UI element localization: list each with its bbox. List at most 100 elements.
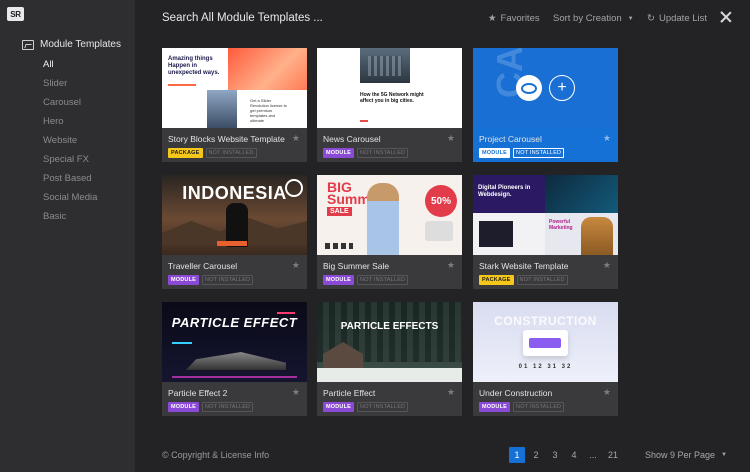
- per-page-dropdown[interactable]: Show 9 Per Page ▼: [645, 450, 727, 460]
- caret-down-icon: ▼: [721, 452, 727, 458]
- card-title: Story Blocks Website Template: [168, 134, 285, 144]
- favorite-star-icon[interactable]: ★: [292, 133, 300, 144]
- thumb-gradient: [228, 48, 307, 90]
- template-thumbnail: Amazing things Happen in unexpected ways…: [162, 48, 307, 128]
- template-card-particle-effect[interactable]: PARTICLE EFFECTS Particle Effect ★ MODUL…: [317, 302, 462, 416]
- thumb-nav-dots: [325, 243, 353, 249]
- thumb-body-text: Get a Slider Revolution license to get p…: [250, 98, 287, 123]
- template-card-project-carousel[interactable]: CAROUSEL + Project Carousel ★ MODULE NOT…: [473, 48, 618, 162]
- template-card-story-blocks[interactable]: Amazing things Happen in unexpected ways…: [162, 48, 307, 162]
- thumb-headline: How the 5G Network might affect you in b…: [360, 92, 424, 104]
- thumb-city-image: [360, 48, 410, 83]
- thumb-product-image: [425, 221, 453, 241]
- status-badge: NOT INSTALLED: [357, 148, 409, 158]
- thumb-headline: CONSTRUCTION: [494, 314, 597, 328]
- template-card-big-summer-sale[interactable]: BIG Summer SALE 50% Big Summer Sale ★ MOD…: [317, 175, 462, 289]
- sidebar: SR Module Templates All Slider Carousel …: [0, 0, 135, 472]
- thumb-headline: PARTICLE EFFECT: [171, 315, 298, 330]
- favorite-star-icon[interactable]: ★: [447, 260, 455, 271]
- sidebar-title[interactable]: Module Templates: [22, 39, 121, 50]
- thumb-headline: Amazing things Happen in unexpected ways…: [168, 56, 220, 76]
- template-card-traveller-carousel[interactable]: INDONESIA Traveller Carousel ★ MODULE NO…: [162, 175, 307, 289]
- favorites-label: Favorites: [500, 13, 540, 24]
- copyright-link[interactable]: © Copyright & License Info: [162, 450, 269, 460]
- type-badge: MODULE: [168, 402, 200, 412]
- sidebar-item-carousel[interactable]: Carousel: [43, 96, 97, 115]
- template-thumbnail: PARTICLE EFFECT: [162, 302, 307, 382]
- page-button-3[interactable]: 3: [547, 447, 563, 463]
- template-card-news-carousel[interactable]: How the 5G Network might affect you in b…: [317, 48, 462, 162]
- thumb-sale-label: SALE: [327, 207, 352, 216]
- sidebar-item-basic[interactable]: Basic: [43, 210, 97, 229]
- thumb-subheadline: Powerful Marketing: [549, 219, 573, 231]
- thumb-panel: [473, 213, 545, 255]
- type-badge: PACKAGE: [479, 275, 514, 285]
- page-button-4[interactable]: 4: [566, 447, 582, 463]
- template-card-under-construction[interactable]: CONSTRUCTION 01 12 31 32 Under Construct…: [473, 302, 618, 416]
- page-button-21[interactable]: 21: [604, 447, 622, 463]
- thumb-snow: [317, 368, 462, 382]
- thumb-box-image: [523, 330, 568, 356]
- thumb-car-image: [186, 352, 286, 370]
- preview-eye-icon[interactable]: [516, 75, 542, 101]
- thumb-hero-image: [545, 175, 618, 213]
- template-card-stark-website[interactable]: Digital Pioneers in Webdesign. Powerful …: [473, 175, 618, 289]
- favorite-star-icon[interactable]: ★: [292, 387, 300, 398]
- template-card-particle-effect-2[interactable]: PARTICLE EFFECT Particle Effect 2 ★ MODU…: [162, 302, 307, 416]
- template-thumbnail: How the 5G Network might affect you in b…: [317, 48, 462, 128]
- type-badge: MODULE: [168, 275, 200, 285]
- type-badge: MODULE: [323, 402, 355, 412]
- status-badge: NOT INSTALLED: [513, 148, 565, 158]
- type-badge: PACKAGE: [168, 148, 203, 158]
- template-thumbnail: Digital Pioneers in Webdesign. Powerful …: [473, 175, 618, 255]
- status-badge: NOT INSTALLED: [202, 275, 254, 285]
- sidebar-item-all[interactable]: All: [43, 58, 97, 77]
- sidebar-item-social-media[interactable]: Social Media: [43, 191, 97, 210]
- sidebar-item-slider[interactable]: Slider: [43, 77, 97, 96]
- favorite-star-icon[interactable]: ★: [447, 387, 455, 398]
- sort-dropdown[interactable]: Sort by Creation ▼: [553, 13, 634, 24]
- favorite-star-icon[interactable]: ★: [603, 387, 611, 398]
- update-list-label: Update List: [658, 13, 708, 24]
- thumb-lion-image: [581, 217, 613, 255]
- status-badge: NOT INSTALLED: [357, 402, 409, 412]
- template-thumbnail: BIG Summer SALE 50%: [317, 175, 462, 255]
- thumb-particle: [172, 342, 192, 344]
- update-list-button[interactable]: ↻ Update List: [647, 13, 707, 24]
- card-title: Big Summer Sale: [323, 261, 390, 271]
- page-ellipsis: ...: [589, 450, 597, 460]
- thumb-accent-line: [360, 120, 368, 122]
- refresh-icon: ↻: [647, 13, 655, 24]
- card-title: Particle Effect: [323, 388, 376, 398]
- type-badge: MODULE: [323, 148, 355, 158]
- status-badge: NOT INSTALLED: [205, 148, 257, 158]
- card-title: News Carousel: [323, 134, 381, 144]
- sidebar-item-hero[interactable]: Hero: [43, 115, 97, 134]
- page-button-2[interactable]: 2: [528, 447, 544, 463]
- sidebar-item-website[interactable]: Website: [43, 134, 97, 153]
- thumb-button: [217, 241, 247, 246]
- thumb-accent-line: [168, 84, 196, 86]
- template-thumbnail: PARTICLE EFFECTS: [317, 302, 462, 382]
- favorite-star-icon[interactable]: ★: [292, 260, 300, 271]
- sidebar-item-special-fx[interactable]: Special FX: [43, 153, 97, 172]
- caret-down-icon: ▼: [627, 15, 634, 22]
- star-icon: ★: [488, 13, 497, 24]
- search-title[interactable]: Search All Module Templates ...: [162, 12, 323, 24]
- status-badge: NOT INSTALLED: [516, 275, 568, 285]
- favorite-star-icon[interactable]: ★: [603, 133, 611, 144]
- type-badge: MODULE: [323, 275, 355, 285]
- template-thumbnail: INDONESIA: [162, 175, 307, 255]
- status-badge: NOT INSTALLED: [357, 275, 409, 285]
- card-title: Traveller Carousel: [168, 261, 238, 271]
- status-badge: NOT INSTALLED: [202, 402, 254, 412]
- sidebar-item-post-based[interactable]: Post Based: [43, 172, 97, 191]
- close-icon[interactable]: [718, 9, 734, 25]
- add-plus-icon[interactable]: +: [549, 75, 575, 101]
- favorite-star-icon[interactable]: ★: [447, 133, 455, 144]
- page-button-1[interactable]: 1: [509, 447, 525, 463]
- thumb-headline: Digital Pioneers in Webdesign.: [478, 185, 531, 198]
- status-badge: NOT INSTALLED: [513, 402, 565, 412]
- favorite-star-icon[interactable]: ★: [603, 260, 611, 271]
- favorites-button[interactable]: ★ Favorites: [488, 13, 540, 24]
